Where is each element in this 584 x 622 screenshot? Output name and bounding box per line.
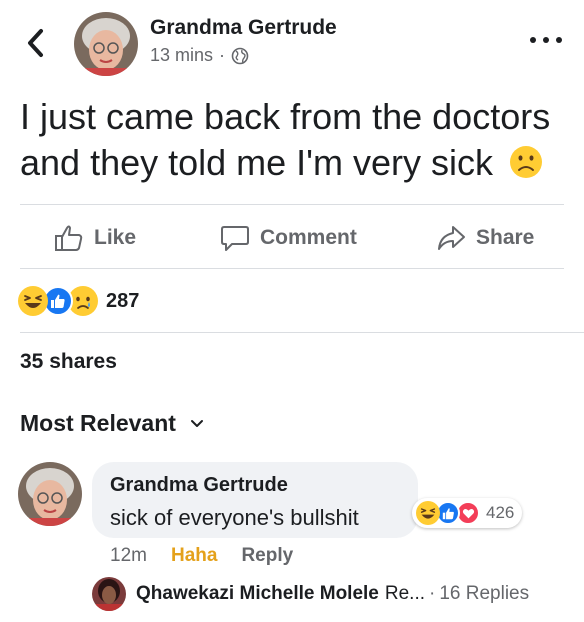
share-button[interactable]: Share [436,220,534,256]
dot-icon [530,37,536,43]
divider [20,204,564,205]
chevron-left-icon [28,29,43,57]
comment-label: Comment [260,226,357,249]
post-time[interactable]: 13 mins [150,45,213,66]
sort-label: Most Relevant [20,410,176,436]
like-label: Like [94,226,137,249]
meta-separator: · [219,45,226,65]
thumbs-up-icon [55,225,83,251]
reply-snippet: Re... [384,583,425,604]
divider [20,268,564,269]
post-meta: 13 mins · [150,45,249,66]
comment-reactions[interactable]: 426 [412,498,523,528]
commenter-avatar[interactable] [18,462,82,526]
haha-reaction-icon [18,286,48,316]
chevron-down-icon [190,419,203,427]
comment-sort-dropdown[interactable]: Most Relevant [20,410,204,437]
shares-count[interactable]: 35 shares [20,350,117,374]
haha-reaction-icon [416,501,440,525]
comment-author-name[interactable]: Grandma Gertrude [110,474,288,497]
grandma-avatar-image [18,462,82,526]
comment-actions: 12m Haha Reply [110,545,293,567]
grandma-avatar-image [74,12,138,76]
share-arrow-icon [438,226,465,250]
reactions-summary[interactable]: 287 [18,285,139,317]
sad-face-emoji-icon [510,146,543,178]
post-author-name[interactable]: Grandma Gertrude [150,16,337,40]
comment-bubble-icon [221,226,249,251]
globe-icon [231,47,249,64]
like-button[interactable]: Like [54,220,136,256]
comment-haha-button[interactable]: Haha [171,545,217,567]
back-button[interactable] [22,26,48,60]
view-replies-link[interactable]: Qhawekazi Michelle Molele Re... · 16 Rep… [92,577,529,611]
replier-name: Qhawekazi Michelle Molele [136,583,379,604]
divider [20,332,584,333]
dot-icon [543,37,549,43]
reply-separator: · [429,583,436,604]
replier-avatar [92,577,126,611]
post-body: I just came back from the doctors and th… [20,96,551,183]
comment-button[interactable]: Comment [220,220,357,256]
comment-text: sick of everyone's bullshit [110,505,359,530]
author-avatar[interactable] [74,12,138,76]
comment-reply-button[interactable]: Reply [241,545,293,567]
comment-reaction-count: 426 [486,503,515,522]
replier-avatar-image [92,577,126,611]
more-options-button[interactable] [530,30,562,50]
comment-time[interactable]: 12m [110,545,147,567]
dot-icon [556,37,562,43]
post-text: I just came back from the doctors and th… [20,94,560,186]
reply-count: 16 Replies [439,583,530,604]
reaction-count: 287 [106,289,140,312]
share-label: Share [476,226,535,249]
